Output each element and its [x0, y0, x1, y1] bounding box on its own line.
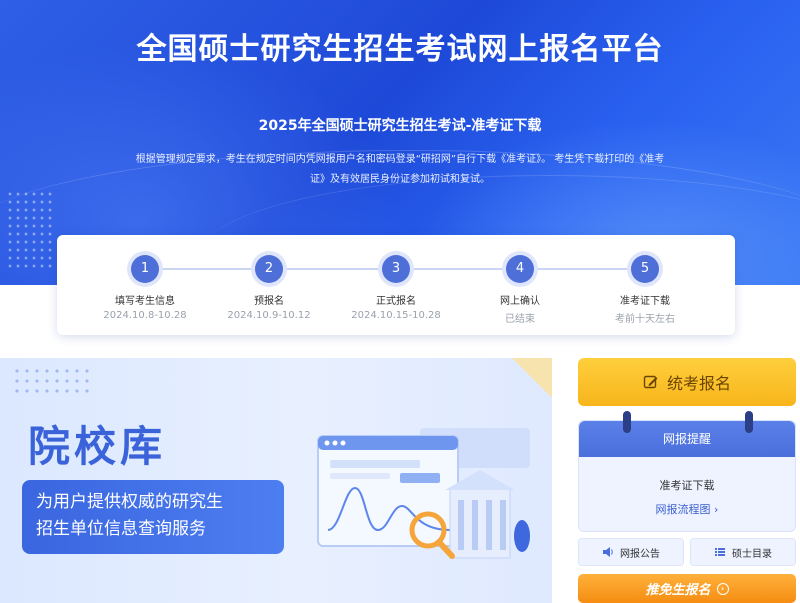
content-chip	[400, 473, 440, 483]
database-illustration	[317, 428, 530, 559]
notice-line: 根据管理规定要求，考生在规定时间内凭网报用户名和密码登录“研招网”自行下载《准考…	[135, 154, 665, 165]
reminder-title: 网报提醒	[579, 421, 795, 457]
banner-corner-decoration	[512, 358, 552, 398]
step-date: 已结束	[505, 314, 535, 325]
content-line	[330, 460, 420, 468]
step-name: 准考证下载	[620, 296, 670, 307]
step-name: 网上确认	[500, 296, 540, 307]
banner-desc-line: 招生单位信息查询服务	[36, 519, 206, 539]
announcement-button[interactable]: 网报公告	[578, 538, 684, 566]
pillar	[500, 500, 506, 550]
speaker-icon	[603, 547, 613, 557]
window-dot	[340, 440, 346, 446]
registration-reminder-card: 网报提醒 准考证下载 网报流程图 ›	[578, 411, 796, 532]
step-number: 2	[255, 255, 283, 283]
window-dot	[332, 440, 338, 446]
school-database-banner[interactable]: 院校库 为用户提供权威的研究生 招生单位信息查询服务	[0, 358, 552, 603]
pillar	[458, 500, 464, 550]
banner-title: 院校库	[28, 422, 167, 471]
exempt-button-label: 推免生报名	[645, 583, 711, 598]
notice-title: 2025年全国硕士研究生招生考试-准考证下载	[258, 118, 542, 134]
binder-clip	[745, 411, 753, 433]
banner-dot-pattern	[12, 366, 92, 396]
catalog-label: 硕士目录	[732, 548, 772, 560]
reminder-body: 准考证下载 网报流程图 ›	[579, 457, 795, 517]
hero-dot-pattern	[6, 190, 52, 270]
step-number: 3	[382, 255, 410, 283]
exempt-student-registration-button[interactable]: 推免生报名 ›	[578, 574, 796, 603]
window-dot	[324, 440, 330, 446]
step-date: 2024.10.15-10.28	[351, 310, 441, 321]
edit-icon	[643, 375, 658, 389]
reminder-item[interactable]: 准考证下载	[579, 477, 795, 493]
content-line	[330, 473, 390, 479]
browser-bar	[318, 436, 458, 450]
banner-description: 为用户提供权威的研究生 招生单位信息查询服务	[22, 480, 284, 554]
flowchart-link[interactable]: 网报流程图 ›	[579, 501, 795, 517]
arrow-circle-icon: ›	[716, 582, 729, 595]
step-name: 正式报名	[376, 296, 416, 307]
pillar	[472, 500, 478, 550]
step-fill-info[interactable]: 1 填写考生信息 2024.10.8-10.28	[85, 255, 205, 321]
step-pre-registration[interactable]: 2 预报名 2024.10.9-10.12	[209, 255, 329, 321]
notice-line: 证》及有效居民身份证参加初试和复试。	[310, 174, 490, 185]
step-online-confirm[interactable]: 4 网上确认 已结束	[460, 255, 580, 325]
step-name: 填写考生信息	[115, 296, 175, 307]
page: 全国硕士研究生招生考试网上报名平台 2025年全国硕士研究生招生考试-准考证下载…	[0, 0, 800, 603]
step-formal-registration[interactable]: 3 正式报名 2024.10.15-10.28	[336, 255, 456, 321]
step-number: 4	[506, 255, 534, 283]
master-catalog-button[interactable]: 硕士目录	[690, 538, 796, 566]
step-admission-ticket[interactable]: 5 准考证下载 考前十天左右	[585, 255, 705, 325]
notice-text: 根据管理规定要求，考生在规定时间内凭网报用户名和密码登录“研招网”自行下载《准考…	[95, 150, 705, 190]
registration-steps: 1 填写考生信息 2024.10.8-10.28 2 预报名 2024.10.9…	[57, 235, 735, 335]
step-number: 5	[631, 255, 659, 283]
banner-desc-line: 为用户提供权威的研究生	[36, 492, 223, 512]
step-date: 2024.10.8-10.28	[103, 310, 187, 321]
binder-clip	[623, 411, 631, 433]
pillar	[486, 500, 492, 550]
announcement-label: 网报公告	[620, 548, 660, 560]
tree	[514, 520, 530, 552]
unified-exam-registration-button[interactable]: 统考报名	[578, 358, 796, 406]
step-date: 考前十天左右	[615, 314, 675, 325]
step-date: 2024.10.9-10.12	[227, 310, 311, 321]
exam-button-label: 统考报名	[666, 374, 731, 393]
site-title: 全国硕士研究生招生考试网上报名平台	[136, 32, 664, 67]
list-icon	[715, 548, 725, 556]
step-number: 1	[131, 255, 159, 283]
step-name: 预报名	[254, 296, 284, 307]
